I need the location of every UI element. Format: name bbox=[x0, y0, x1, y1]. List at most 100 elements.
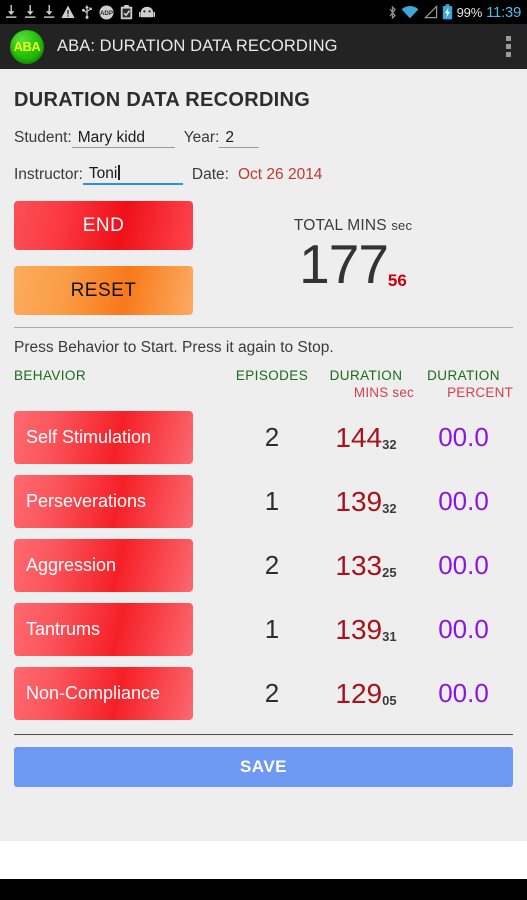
page-title: DURATION DATA RECORDING bbox=[14, 89, 311, 111]
battery-percent: 99% bbox=[456, 4, 483, 20]
duration-minutes: 129 bbox=[335, 677, 383, 709]
download-icon bbox=[25, 5, 36, 18]
header-duration: DURATION MINS sec bbox=[318, 368, 414, 400]
table-row: Self Stimulation 2 14432 00.0 bbox=[14, 411, 513, 464]
instructor-input[interactable]: Toni bbox=[82, 165, 183, 185]
year-input[interactable]: 2 bbox=[219, 129, 260, 148]
header-episodes: EPISODES bbox=[235, 368, 309, 383]
duration-seconds: 31 bbox=[382, 628, 397, 644]
episodes-cell: 1 bbox=[264, 614, 280, 644]
episodes-cell: 2 bbox=[264, 550, 280, 580]
navigation-bar bbox=[0, 879, 527, 900]
warning-icon bbox=[61, 5, 75, 18]
controls-column: END RESET bbox=[14, 201, 193, 315]
app-bar: ABA ABA: DURATION DATA RECORDING bbox=[0, 24, 527, 69]
duration-minutes: 144 bbox=[335, 421, 383, 453]
episodes-cell: 1 bbox=[264, 486, 280, 516]
header-behavior: BEHAVIOR bbox=[14, 368, 86, 383]
episodes-cell: 2 bbox=[264, 422, 280, 452]
student-input[interactable]: Mary kidd bbox=[71, 129, 175, 148]
table-row: Non-Compliance 2 12905 00.0 bbox=[14, 667, 513, 720]
status-bar-clock: 11:39 bbox=[486, 3, 521, 21]
screen-root: ADP 99% 11:39 ABA ABA: DURATION DATA REC… bbox=[0, 0, 527, 900]
percent-cell: 00.0 bbox=[438, 486, 489, 516]
behavior-button[interactable]: Self Stimulation bbox=[14, 411, 193, 464]
behavior-button[interactable]: Non-Compliance bbox=[14, 667, 193, 720]
status-bar-right-icons: 99% 11:39 bbox=[388, 4, 521, 21]
header-percent-main: DURATION bbox=[427, 368, 500, 383]
status-bar: ADP 99% 11:39 bbox=[0, 0, 527, 24]
student-label: Student: bbox=[14, 129, 72, 146]
behavior-cell: Non-Compliance bbox=[14, 667, 226, 720]
duration-seconds: 32 bbox=[382, 500, 397, 516]
instruction-hint: Press Behavior to Start. Press it again … bbox=[14, 339, 334, 356]
total-minutes: 177 bbox=[299, 233, 389, 295]
divider-bottom bbox=[14, 734, 513, 735]
total-value: 17756 bbox=[193, 237, 513, 292]
behavior-cell: Aggression bbox=[14, 539, 226, 592]
reset-button[interactable]: RESET bbox=[14, 266, 193, 315]
instructor-input-value: Toni bbox=[88, 165, 118, 182]
duration-seconds: 32 bbox=[382, 436, 397, 452]
behavior-button[interactable]: Perseverations bbox=[14, 475, 193, 528]
clipboard-check-icon bbox=[120, 4, 133, 19]
usb-icon bbox=[82, 5, 92, 19]
behavior-rows: Self Stimulation 2 14432 00.0 Perseverations… bbox=[14, 411, 513, 720]
header-duration-main: DURATION bbox=[329, 368, 403, 383]
instructor-label: Instructor: bbox=[14, 166, 83, 183]
episodes-cell: 2 bbox=[264, 678, 280, 708]
download-icon bbox=[6, 5, 17, 18]
signal-icon bbox=[423, 5, 437, 19]
duration-seconds: 25 bbox=[382, 564, 397, 580]
duration-seconds: 05 bbox=[382, 692, 397, 708]
instructor-date-row: Instructor: Toni Date: Oct 26 2014 bbox=[14, 165, 513, 185]
total-caption-main: TOTAL MINS bbox=[293, 217, 387, 234]
total-seconds: 56 bbox=[387, 271, 407, 290]
download-icon bbox=[44, 5, 55, 18]
student-year-row: Student: Mary kidd Year: 2 bbox=[14, 129, 513, 148]
overflow-menu-icon[interactable] bbox=[502, 32, 515, 61]
table-row: Perseverations 1 13932 00.0 bbox=[14, 475, 513, 528]
duration-cell: 14432 bbox=[318, 422, 414, 454]
header-percent-sub: PERCENT bbox=[447, 385, 513, 400]
duration-minutes: 139 bbox=[335, 613, 383, 645]
total-timer: TOTAL MINS sec 17756 bbox=[193, 201, 513, 315]
header-percent: DURATION PERCENT bbox=[414, 368, 513, 400]
behavior-cell: Self Stimulation bbox=[14, 411, 226, 464]
bluetooth-icon bbox=[389, 4, 396, 20]
battery-charging-icon bbox=[442, 4, 452, 20]
total-caption-sub: sec bbox=[391, 218, 413, 233]
duration-cell: 13325 bbox=[318, 550, 414, 582]
bottom-white-gap bbox=[0, 841, 527, 879]
save-button[interactable]: SAVE bbox=[14, 747, 513, 787]
end-button[interactable]: END bbox=[14, 201, 193, 250]
behavior-cell: Tantrums bbox=[14, 603, 226, 656]
status-bar-left-icons: ADP bbox=[4, 4, 388, 20]
duration-cell: 13931 bbox=[318, 614, 414, 646]
date-label: Date: bbox=[191, 166, 229, 183]
duration-minutes: 139 bbox=[335, 485, 383, 517]
main-content: DURATION DATA RECORDING Student: Mary ki… bbox=[0, 69, 527, 879]
table-header: BEHAVIOR EPISODES DURATION MINS sec DURAT… bbox=[14, 368, 513, 400]
duration-cell: 12905 bbox=[318, 678, 414, 710]
divider-top bbox=[14, 327, 513, 328]
behavior-button[interactable]: Aggression bbox=[14, 539, 193, 592]
wifi-icon bbox=[401, 5, 419, 19]
date-value: Oct 26 2014 bbox=[237, 166, 323, 183]
text-cursor-icon bbox=[118, 165, 120, 180]
adp-icon: ADP bbox=[99, 5, 114, 19]
behavior-button[interactable]: Tantrums bbox=[14, 603, 193, 656]
table-row: Aggression 2 13325 00.0 bbox=[14, 539, 513, 592]
controls-row: END RESET TOTAL MINS sec 17756 bbox=[14, 201, 513, 315]
percent-cell: 00.0 bbox=[438, 614, 489, 644]
behavior-cell: Perseverations bbox=[14, 475, 226, 528]
header-duration-sub: MINS sec bbox=[353, 385, 414, 400]
android-icon bbox=[139, 6, 155, 18]
duration-cell: 13932 bbox=[318, 486, 414, 518]
percent-cell: 00.0 bbox=[438, 422, 489, 452]
duration-minutes: 133 bbox=[335, 549, 383, 581]
svg-text:ADP: ADP bbox=[100, 10, 113, 17]
percent-cell: 00.0 bbox=[438, 678, 489, 708]
table-row: Tantrums 1 13931 00.0 bbox=[14, 603, 513, 656]
aba-logo-icon: ABA bbox=[10, 29, 44, 64]
